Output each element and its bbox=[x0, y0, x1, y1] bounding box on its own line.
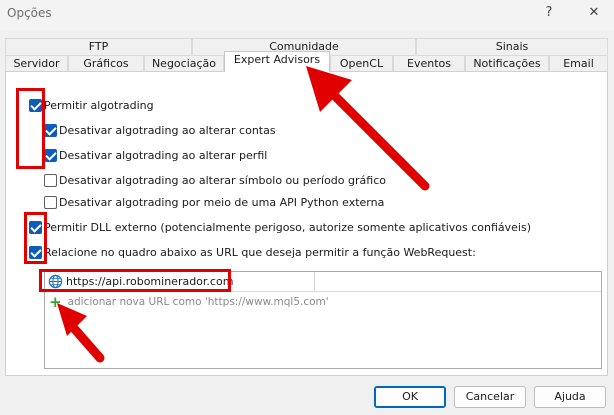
checkbox-disable-on-symbol-change[interactable] bbox=[44, 173, 57, 187]
option-label: Relacione no quadro abaixo as URL que de… bbox=[44, 245, 476, 259]
highlight-box-algotrading bbox=[16, 88, 45, 169]
option-label: Permitir algotrading bbox=[44, 98, 154, 112]
tab-servidor[interactable]: Servidor bbox=[5, 55, 68, 72]
option-disable-on-account-change[interactable]: Desativar algotrading ao alterar contas bbox=[44, 121, 276, 139]
highlight-box-dll-webrequest bbox=[24, 212, 47, 264]
option-label: Desativar algotrading ao alterar perfil bbox=[59, 148, 268, 162]
window-title: Opções bbox=[7, 6, 52, 20]
tab-notificacoes[interactable]: Notificações bbox=[465, 55, 549, 72]
highlight-box-url bbox=[39, 269, 231, 292]
tab-ftp[interactable]: FTP bbox=[5, 38, 192, 55]
ok-button[interactable]: OK bbox=[374, 386, 446, 408]
close-icon[interactable]: ✕ bbox=[583, 2, 605, 24]
tab-negociacao[interactable]: Negociação bbox=[144, 55, 224, 72]
checkbox-disable-on-profile-change[interactable] bbox=[44, 148, 57, 162]
option-allow-dll[interactable]: Permitir DLL externo (potencialmente per… bbox=[29, 218, 531, 236]
tab-graficos[interactable]: Gráficos bbox=[68, 55, 144, 72]
option-label: Permitir DLL externo (potencialmente per… bbox=[44, 220, 531, 234]
option-allow-algotrading[interactable]: Permitir algotrading bbox=[29, 96, 154, 114]
checkbox-disable-via-python-api[interactable] bbox=[44, 195, 57, 209]
title-bar: Opções ? ✕ bbox=[0, 0, 614, 30]
cancel-button[interactable]: Cancelar bbox=[454, 386, 526, 408]
arrow-to-add-url-icon bbox=[57, 303, 105, 363]
option-label: Desativar algotrading ao alterar contas bbox=[59, 123, 276, 137]
option-disable-on-profile-change[interactable]: Desativar algotrading ao alterar perfil bbox=[44, 146, 267, 164]
help-icon[interactable]: ? bbox=[539, 2, 559, 24]
help-button[interactable]: Ajuda bbox=[534, 386, 606, 408]
tab-sinais[interactable]: Sinais bbox=[416, 38, 608, 55]
column-divider bbox=[314, 272, 315, 292]
tab-email[interactable]: Email bbox=[549, 55, 608, 72]
checkbox-disable-on-account-change[interactable] bbox=[44, 123, 57, 137]
arrow-to-tab-icon bbox=[306, 66, 430, 191]
option-allow-webrequest[interactable]: Relacione no quadro abaixo as URL que de… bbox=[29, 243, 476, 261]
